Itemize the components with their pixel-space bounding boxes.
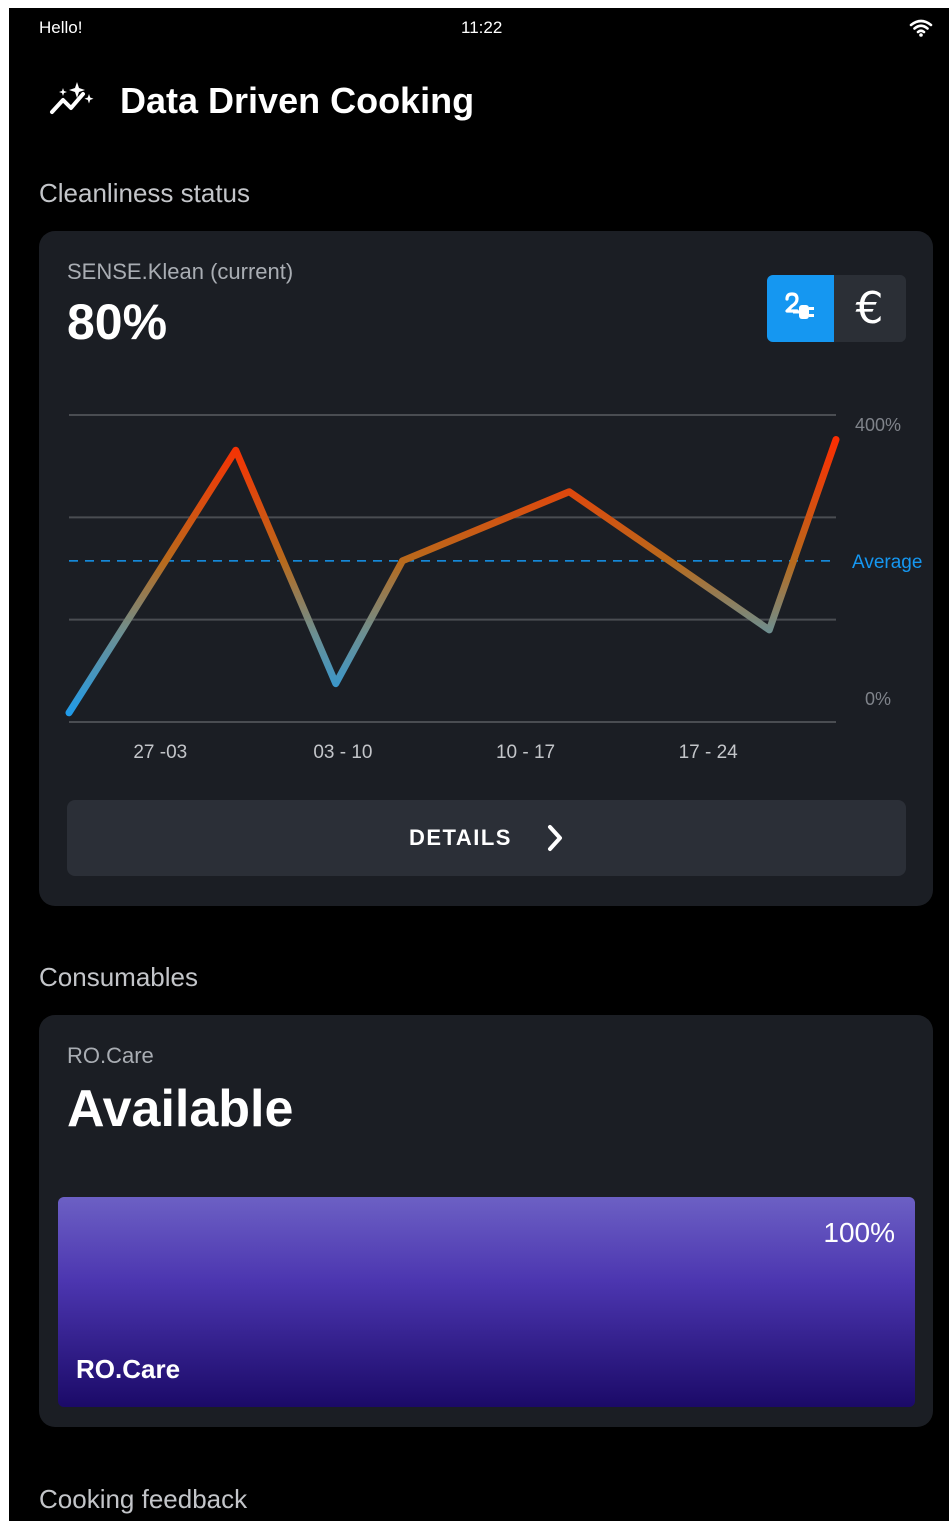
y-tick-label: 0%: [865, 689, 891, 709]
x-tick-label: 27 -03: [133, 742, 187, 763]
status-bar: Hello! 11:22: [9, 8, 949, 48]
cleanliness-value: 80%: [67, 294, 168, 350]
x-tick-label: 03 - 10: [313, 742, 372, 763]
section-title-consumables: Consumables: [39, 962, 198, 992]
energy-icon: [784, 291, 814, 319]
details-label: DETAILS: [409, 825, 512, 850]
app-screen: Hello! 11:22 Data Driven Cooking Cleanli…: [9, 8, 949, 1521]
cleanliness-chart: Average 400% 0% 27 -03 03 - 10 10 - 17 17 - …: [65, 414, 922, 763]
app-header: Data Driven Cooking: [47, 74, 847, 126]
unit-toggle: €: [767, 275, 906, 342]
energy-toggle-button[interactable]: [767, 275, 834, 342]
section-title-cooking-feedback: Cooking feedback: [39, 1484, 248, 1514]
average-label: Average: [852, 552, 922, 573]
euro-toggle-button[interactable]: €: [836, 275, 903, 342]
ro-care-label: RO.Care: [67, 1043, 154, 1068]
status-greeting: Hello!: [39, 18, 83, 37]
status-time: 11:22: [461, 18, 503, 37]
trend-sparkle-icon: [50, 82, 94, 114]
wifi-icon: [909, 19, 933, 37]
euro-icon: €: [855, 282, 884, 334]
sense-klean-label: SENSE.Klean (current): [67, 259, 294, 284]
ro-care-bar-label: RO.Care: [76, 1354, 181, 1384]
consumable-status: Available: [67, 1080, 294, 1138]
cleanliness-series-line: [65, 436, 840, 717]
section-title-cleanliness: Cleanliness status: [39, 178, 250, 208]
ro-care-level-bar: 100% RO.Care: [58, 1197, 915, 1407]
ro-care-percent: 100%: [823, 1217, 895, 1248]
x-tick-label: 17 - 24: [679, 742, 739, 763]
chevron-right-icon: [547, 825, 562, 851]
x-tick-label: 10 - 17: [496, 742, 555, 763]
consumables-card: RO.Care Available 100% RO.Care: [39, 1015, 933, 1427]
app-title: Data Driven Cooking: [120, 80, 475, 121]
cleanliness-card: SENSE.Klean (current) 80% € Average 400%…: [39, 231, 933, 906]
y-tick-label: 400%: [855, 415, 901, 435]
details-button[interactable]: DETAILS: [67, 800, 906, 876]
